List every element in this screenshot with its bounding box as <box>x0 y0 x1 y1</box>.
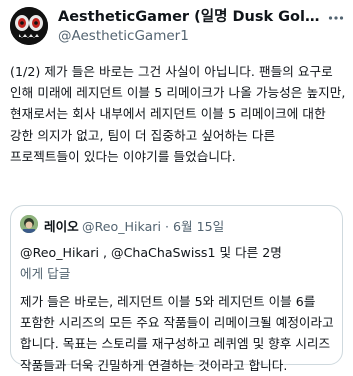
quote-reply-context: @Reo_Hikari , @ChaChaSwiss1 및 다른 2명 에게 답… <box>20 242 338 284</box>
quote-text: 제가 들은 바로는, 레지던트 이블 5와 레지던트 이블 6를 포함한 시리즈… <box>20 294 334 373</box>
more-horizontal-icon[interactable] <box>327 9 345 27</box>
quote-avatar[interactable] <box>20 215 38 233</box>
demon-face-icon <box>10 7 48 45</box>
character-avatar-icon <box>20 215 38 233</box>
author-display-name[interactable]: AestheticGamer (일명 Dusk Gol… <box>58 8 321 27</box>
quote-author-name[interactable]: 레이오 <box>44 216 79 235</box>
quoted-tweet[interactable]: 레이오 @Reo_Hikari · 6월 15일 @Reo_Hikari , @… <box>10 205 343 373</box>
reply-suffix: 에게 답글 <box>20 266 71 281</box>
tweet-text: (1/2) 제가 들은 바로는 그건 사실이 아닙니다. 팬들의 요구로 인해 … <box>10 64 346 164</box>
author-handle[interactable]: @AestheticGamer1 <box>58 27 321 46</box>
tweet-header: AestheticGamer (일명 Dusk Gol… @AestheticG… <box>10 7 345 47</box>
author-avatar[interactable] <box>10 7 48 45</box>
quote-header: 레이오 @Reo_Hikari · 6월 15일 <box>20 214 334 234</box>
quote-meta: @Reo_Hikari · 6월 15일 <box>82 219 225 234</box>
author-names: AestheticGamer (일명 Dusk Gol… @AestheticG… <box>58 8 321 46</box>
reply-mentions[interactable]: @Reo_Hikari , @ChaChaSwiss1 및 다른 2명 <box>20 245 282 260</box>
